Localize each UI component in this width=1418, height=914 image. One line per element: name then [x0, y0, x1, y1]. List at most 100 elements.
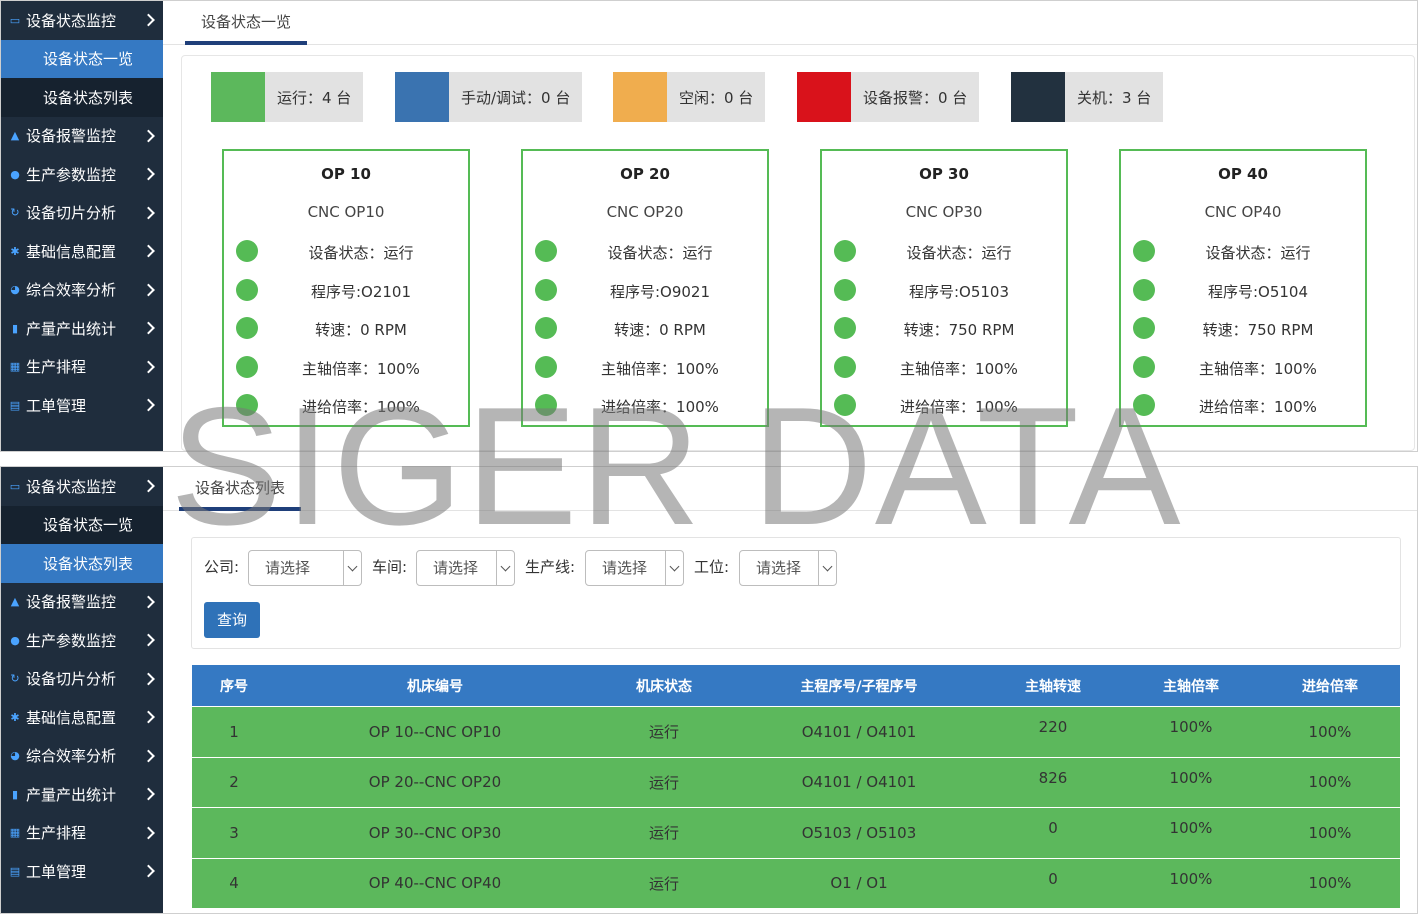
chevron-right-icon — [142, 633, 155, 647]
card-status: 设备状态：运行 — [308, 244, 414, 262]
bar-chart-icon: ▮ — [11, 321, 19, 335]
sub-device-status-overview[interactable]: 设备状态一览 — [1, 39, 163, 78]
workshop-select-value: 请选择 — [433, 559, 479, 577]
query-button[interactable]: 查询 — [204, 602, 260, 638]
station-select[interactable]: 请选择 — [739, 550, 837, 586]
card-feed-override: 进给倍率：100% — [302, 398, 420, 416]
col-header[interactable]: 机床编号 — [276, 665, 594, 706]
card-speed: 转速：0 RPM — [614, 321, 706, 339]
col-header[interactable]: 机床状态 — [594, 665, 734, 706]
col-header[interactable]: 序号 — [192, 665, 276, 706]
nav-label: 产量产出统计 — [26, 785, 117, 804]
legend-running: 运行：4 台 — [211, 72, 364, 122]
card-title: OP 20 — [620, 165, 670, 183]
legend-label: 关机：3 台 — [1077, 88, 1152, 107]
sub-device-status-list[interactable]: 设备状态列表 — [1, 544, 163, 583]
nav-production-param-monitor[interactable]: ● 生产参数监控 — [1, 621, 163, 660]
card-feed-override: 进给倍率：100% — [900, 398, 1018, 416]
station-label: 工位: — [694, 558, 730, 576]
workshop-select[interactable]: 请选择 — [416, 550, 515, 586]
screen-device-status-overview: ▭ 设备状态监控 设备状态一览 设备状态列表 ▲ 设备报警监控 ● 生产参数监控… — [0, 0, 1418, 452]
cell-spindle-speed: 0 — [1048, 869, 1058, 888]
nav-production-param-monitor[interactable]: ● 生产参数监控 — [1, 155, 163, 194]
cell-spindle-speed: 220 — [1038, 718, 1068, 736]
nav-work-order-management[interactable]: ▤ 工单管理 — [1, 386, 163, 425]
chevron-right-icon — [142, 787, 155, 801]
line-select[interactable]: 请选择 — [585, 550, 684, 586]
nav-basic-info-config[interactable]: ✱ 基础信息配置 — [1, 232, 163, 271]
chevron-right-icon — [142, 129, 155, 143]
machine-card-op40[interactable]: OP 40 CNC OP40 设备状态：运行 程序号:O5104 转速：750 … — [1119, 149, 1367, 427]
status-dot-icon — [236, 356, 258, 378]
cell-machine-id: OP 30--CNC OP30 — [368, 823, 502, 842]
col-header[interactable]: 主程序号/子程序号 — [734, 665, 984, 706]
nav-device-alarm-monitor[interactable]: ▲ 设备报警监控 — [1, 583, 163, 622]
nav-oee-analysis[interactable]: ◕ 综合效率分析 — [1, 737, 163, 776]
tab-device-status-overview[interactable]: 设备状态一览 — [185, 1, 308, 45]
status-dot-icon — [236, 279, 258, 301]
refresh-icon: ↻ — [10, 206, 20, 220]
company-label: 公司: — [204, 558, 240, 576]
card-program: 程序号:O9021 — [609, 283, 711, 301]
nav-output-statistics[interactable]: ▮ 产量产出统计 — [1, 309, 163, 348]
machine-card-op20[interactable]: OP 20 CNC OP20 设备状态：运行 程序号:O9021 转速：0 RP… — [521, 149, 769, 427]
nav-production-scheduling[interactable]: ▦ 生产排程 — [1, 814, 163, 853]
nav-device-slice-analysis[interactable]: ↻ 设备切片分析 — [1, 194, 163, 233]
station-select-value: 请选择 — [756, 559, 802, 577]
col-header[interactable]: 主轴倍率 — [1122, 665, 1260, 706]
nav-basic-info-config[interactable]: ✱ 基础信息配置 — [1, 698, 163, 737]
table-row[interactable]: 4 OP 40--CNC OP40 运行 O1 / O1 0 100% 100% — [192, 857, 1400, 908]
card-program: 程序号:O5103 — [908, 283, 1010, 301]
status-dot-icon — [535, 279, 557, 301]
company-select[interactable]: 请选择 — [248, 550, 362, 586]
table-row[interactable]: 2 OP 20--CNC OP20 运行 O4101 / O4101 826 1… — [192, 756, 1400, 807]
user-icon: ● — [10, 167, 20, 181]
nav-label: 综合效率分析 — [26, 747, 117, 766]
sub-device-status-list[interactable]: 设备状态列表 — [1, 78, 163, 117]
legend-swatch — [1011, 72, 1065, 122]
machine-card-op10[interactable]: OP 10 CNC OP10 设备状态：运行 程序号:O2101 转速：0 RP… — [222, 149, 470, 427]
sub-device-status-overview[interactable]: 设备状态一览 — [1, 505, 163, 544]
col-header[interactable]: 进给倍率 — [1260, 665, 1400, 706]
chevron-right-icon — [142, 360, 155, 374]
status-dot-icon — [535, 317, 557, 339]
nav-work-order-management[interactable]: ▤ 工单管理 — [1, 852, 163, 891]
cell-machine-status: 运行 — [648, 723, 679, 742]
table-row[interactable]: 1 OP 10--CNC OP10 运行 O4101 / O4101 220 1… — [192, 706, 1400, 757]
legend-manual: 手动/调试：0 台 — [395, 72, 583, 122]
nav-device-status-monitor[interactable]: ▭ 设备状态监控 — [1, 467, 163, 506]
nav-label: 综合效率分析 — [26, 281, 117, 300]
cell-machine-id: OP 10--CNC OP10 — [368, 722, 502, 741]
calendar-icon: ▦ — [9, 360, 21, 374]
card-speed: 转速：750 RPM — [903, 321, 1015, 339]
cell-index: 3 — [229, 823, 239, 842]
nav-output-statistics[interactable]: ▮ 产量产出统计 — [1, 775, 163, 814]
chevron-right-icon — [142, 672, 155, 686]
nav-device-status-monitor[interactable]: ▭ 设备状态监控 — [1, 1, 163, 40]
cell-spindle-override: 100% — [1169, 718, 1213, 736]
cell-feed-override: 100% — [1308, 722, 1352, 741]
nav-production-scheduling[interactable]: ▦ 生产排程 — [1, 348, 163, 387]
screen-device-status-list: ▭ 设备状态监控 设备状态一览 设备状态列表 ▲ 设备报警监控 ● 生产参数监控… — [0, 466, 1418, 914]
status-dot-icon — [834, 356, 856, 378]
nav-label: 设备状态监控 — [26, 477, 117, 496]
status-dot-icon — [535, 356, 557, 378]
nav-label: 设备切片分析 — [26, 204, 117, 223]
calendar-icon: ▦ — [9, 826, 21, 840]
nav-device-alarm-monitor[interactable]: ▲ 设备报警监控 — [1, 117, 163, 156]
machine-card-op30[interactable]: OP 30 CNC OP30 设备状态：运行 程序号:O5103 转速：750 … — [820, 149, 1068, 427]
table-row[interactable]: 3 OP 30--CNC OP30 运行 O5103 / O5103 0 100… — [192, 807, 1400, 858]
chevron-down-icon — [818, 551, 836, 585]
card-title: OP 40 — [1218, 165, 1268, 183]
status-dot-icon — [834, 394, 856, 416]
nav-oee-analysis[interactable]: ◕ 综合效率分析 — [1, 271, 163, 310]
status-dot-icon — [535, 240, 557, 262]
cell-program: O4101 / O4101 — [801, 773, 917, 792]
cell-spindle-override: 100% — [1169, 768, 1213, 787]
chevron-right-icon — [142, 826, 155, 840]
tab-device-status-list[interactable]: 设备状态列表 — [179, 467, 302, 511]
nav-device-slice-analysis[interactable]: ↻ 设备切片分析 — [1, 660, 163, 699]
nav-label: 生产参数监控 — [26, 631, 117, 650]
col-header[interactable]: 主轴转速 — [984, 665, 1122, 706]
legend-swatch — [613, 72, 667, 122]
